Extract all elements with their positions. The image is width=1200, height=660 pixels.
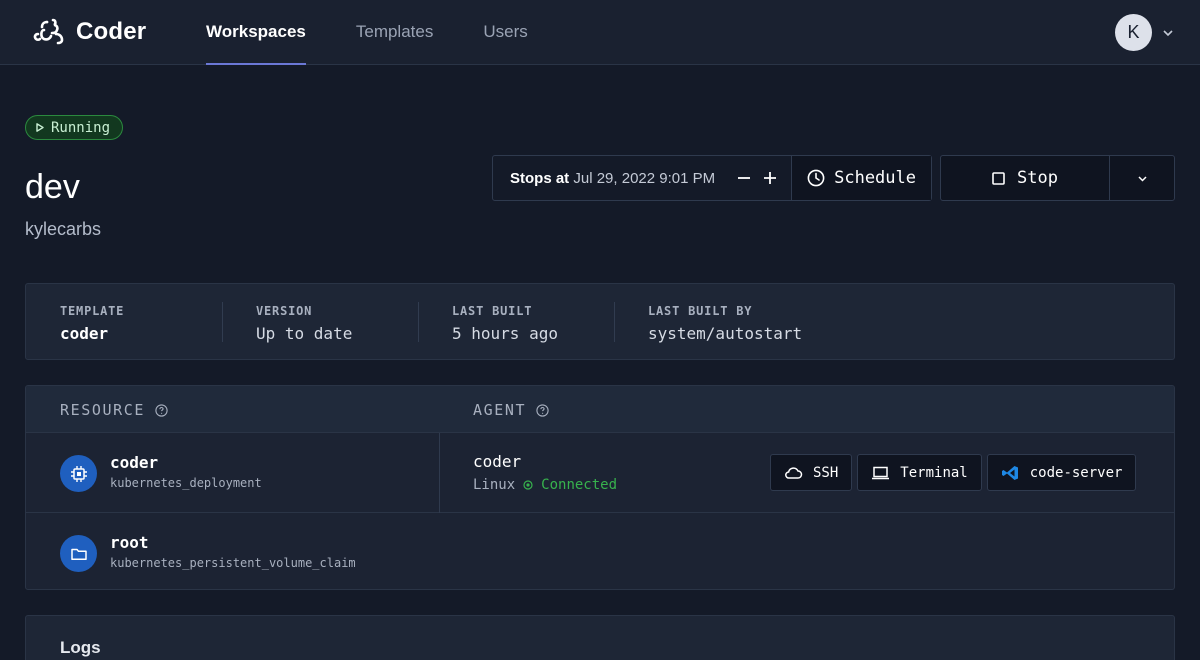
actions-dropdown-button[interactable] [1109, 156, 1174, 200]
stat-value[interactable]: coder [60, 324, 222, 343]
status-text: Running [51, 119, 111, 136]
agent-actions: SSH Terminal code-server [770, 454, 1137, 491]
stop-control: Stop [940, 155, 1175, 201]
workspace-stats: TEMPLATE coder VERSION Up to date LAST B… [25, 283, 1175, 360]
stop-square-icon [992, 171, 1005, 185]
help-icon[interactable] [536, 403, 549, 417]
code-server-button[interactable]: code-server [986, 454, 1137, 491]
brand[interactable]: Coder [32, 14, 146, 50]
coder-logo-icon [33, 18, 64, 45]
stat-version: VERSION Up to date [222, 284, 418, 359]
resource-column-header: RESOURCE [60, 401, 168, 419]
agent-os: Linux [473, 477, 516, 493]
vscode-icon [1001, 465, 1018, 480]
connected-status-icon [523, 480, 533, 490]
main-nav: Workspaces Templates Users [206, 0, 528, 65]
stat-last-built: LAST BUILT 5 hours ago [418, 284, 614, 359]
play-icon [36, 123, 44, 132]
schedule-control: Stops at Jul 29, 2022 9:01 PM Schedule [492, 155, 932, 201]
terminal-button-label: Terminal [900, 464, 968, 481]
status-badge: Running [25, 115, 124, 140]
resources-table-header: RESOURCE AGENT [26, 386, 1174, 433]
schedule-button-label: Schedule [834, 168, 916, 188]
stops-at-time: Jul 29, 2022 9:01 PM [573, 169, 716, 187]
stat-value: 5 hours ago [452, 324, 558, 343]
agent-meta: Linux Connected [473, 477, 617, 493]
brand-name: Coder [76, 18, 147, 45]
stop-button-label: Stop [1017, 168, 1058, 188]
column-divider [439, 433, 440, 513]
resource-header-label: RESOURCE [60, 401, 146, 419]
stat-label: VERSION [256, 304, 313, 318]
stat-value: system/autostart [648, 324, 803, 343]
table-row: root kubernetes_persistent_volume_claim [26, 513, 1174, 589]
clock-icon [807, 169, 825, 187]
resource-type: kubernetes_persistent_volume_claim [110, 556, 356, 570]
laptop-icon [872, 466, 890, 479]
top-navigation-bar: Coder Workspaces Templates Users K [0, 0, 1200, 65]
agent-header-label: AGENT [473, 401, 527, 419]
stat-value: Up to date [256, 324, 353, 343]
table-row: coder kubernetes_deployment coder Linux … [26, 433, 1174, 513]
stat-last-built-by: LAST BUILT BY system/autostart [614, 284, 810, 359]
nav-tab-workspaces[interactable]: Workspaces [206, 0, 306, 65]
avatar[interactable]: K [1115, 14, 1152, 51]
folder-icon [70, 548, 87, 560]
user-menu[interactable]: K [1115, 14, 1174, 51]
chevron-down-icon[interactable] [1162, 27, 1174, 39]
logs-title: Logs [60, 638, 101, 657]
code-server-button-label: code-server [1029, 464, 1123, 481]
stops-at-label: Stops at [510, 169, 570, 187]
resource-name: coder [110, 453, 159, 472]
nav-tab-templates[interactable]: Templates [356, 0, 433, 65]
chevron-down-icon [1137, 175, 1147, 182]
agent-status: Connected [541, 477, 618, 493]
nav-tab-users[interactable]: Users [483, 0, 527, 65]
agent-column-header: AGENT [473, 401, 549, 419]
resources-table: RESOURCE AGENT coder kubernetes_deployme… [25, 385, 1175, 590]
terminal-button[interactable]: Terminal [857, 454, 982, 491]
resource-name: root [110, 533, 149, 552]
schedule-button[interactable]: Schedule [791, 156, 931, 200]
ssh-button-label: SSH [813, 464, 839, 481]
ssh-button[interactable]: SSH [770, 454, 853, 491]
stops-at-text: Stops at Jul 29, 2022 9:01 PM [493, 170, 715, 187]
logs-panel: Logs [25, 615, 1175, 660]
stop-button[interactable]: Stop [941, 156, 1109, 200]
minus-icon[interactable] [737, 171, 751, 185]
workspace-owner: kylecarbs [25, 219, 102, 239]
cloud-icon [785, 466, 803, 479]
stat-label: LAST BUILT [452, 304, 533, 318]
stat-label: TEMPLATE [60, 304, 125, 318]
resource-icon-badge [60, 535, 97, 572]
plus-icon[interactable] [763, 171, 777, 185]
resource-icon-badge [60, 455, 97, 492]
stat-template: TEMPLATE coder [26, 284, 222, 359]
resource-type: kubernetes_deployment [110, 476, 262, 490]
schedule-stepper [737, 171, 777, 185]
stat-label: LAST BUILT BY [648, 304, 753, 318]
agent-name: coder [473, 452, 522, 471]
help-icon[interactable] [155, 403, 168, 417]
workspace-name: dev [25, 168, 80, 206]
chip-icon [70, 465, 87, 482]
